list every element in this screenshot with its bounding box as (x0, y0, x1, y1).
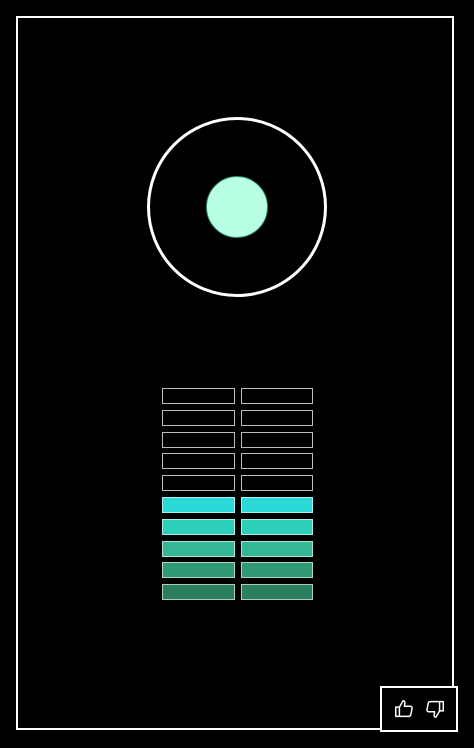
meter-segment-inactive (240, 388, 313, 404)
meter-row (162, 562, 313, 579)
thumbs-down-button[interactable] (422, 696, 448, 722)
meter-segment-active (162, 518, 235, 535)
meter-segment-inactive (162, 388, 235, 404)
meter-segment-active (240, 562, 313, 579)
meter-row (162, 540, 313, 557)
feedback-panel (380, 686, 458, 732)
meter-segment-inactive (162, 475, 235, 492)
meter-segment-active (162, 496, 235, 513)
meter-row (162, 453, 313, 470)
meter-segment-inactive (240, 453, 313, 470)
meter-segment-inactive (162, 409, 235, 426)
meter-segment-inactive (162, 453, 235, 470)
meter-row (162, 496, 313, 513)
meter-segment-inactive (240, 431, 313, 448)
meter-segment-active (162, 540, 235, 557)
meter-segment-active (240, 518, 313, 535)
meter-row (162, 475, 313, 492)
meter-row (162, 388, 313, 404)
thumbs-down-icon (425, 700, 444, 718)
meter-row (162, 518, 313, 535)
meter-row (162, 584, 313, 601)
meter-segment-active (240, 584, 313, 601)
meter-segment-inactive (240, 409, 313, 426)
thumbs-up-icon (394, 700, 413, 718)
level-meter (162, 388, 313, 606)
meter-segment-active (162, 562, 235, 579)
meter-segment-active (240, 496, 313, 513)
meter-segment-active (240, 540, 313, 557)
thumbs-up-button[interactable] (391, 696, 417, 722)
meter-row (162, 431, 313, 448)
meter-segment-inactive (240, 475, 313, 492)
status-indicator-dot (206, 176, 268, 238)
meter-segment-inactive (162, 431, 235, 448)
meter-segment-active (162, 584, 235, 601)
meter-row (162, 409, 313, 426)
